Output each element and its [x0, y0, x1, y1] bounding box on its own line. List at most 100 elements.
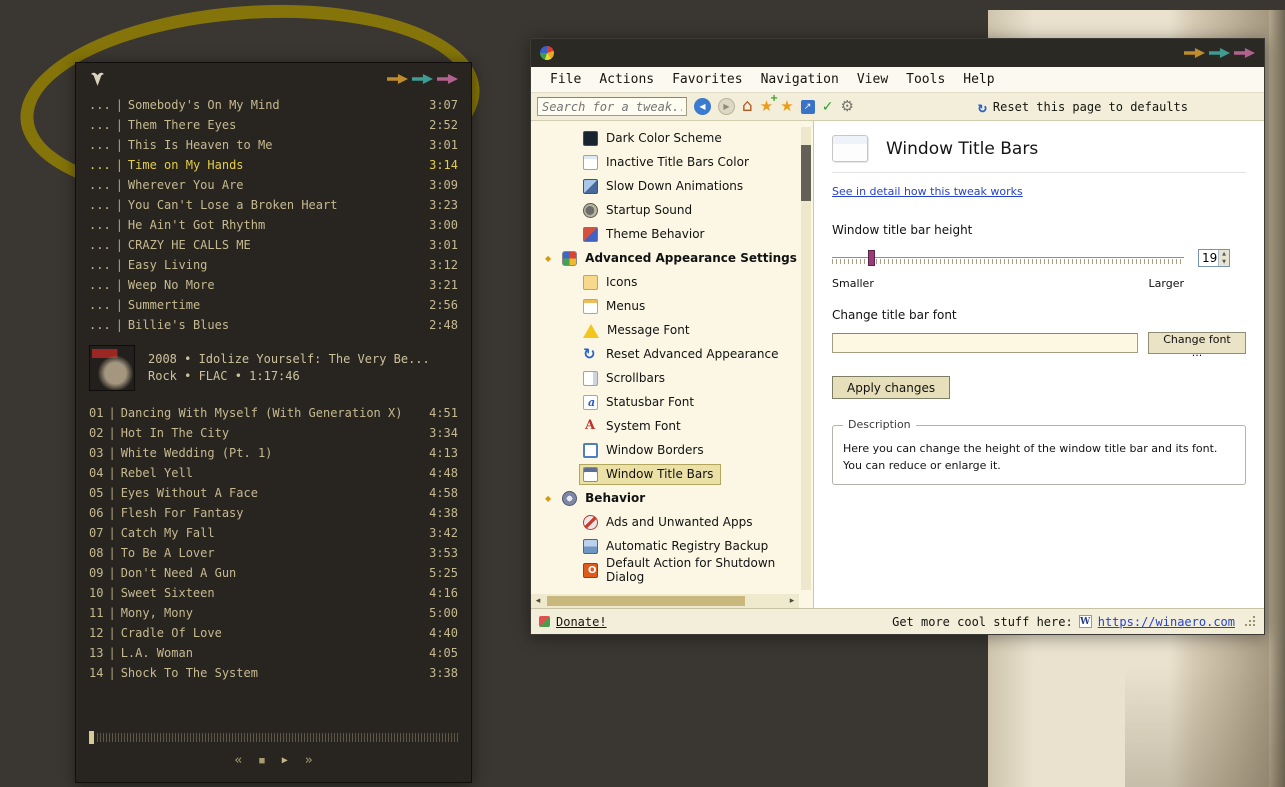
track-row[interactable]: 14|3:38Shock To The System3:38 — [76, 663, 471, 683]
track-title: Flesh For Fantasy — [121, 506, 244, 520]
track-row[interactable]: 08|To Be A Lover3:53 — [76, 543, 471, 563]
player-logo-icon[interactable] — [89, 72, 106, 87]
scrollbar-thumb[interactable] — [547, 596, 745, 606]
maximize-arrow-icon[interactable] — [412, 74, 433, 84]
track-row[interactable]: 03|White Wedding (Pt. 1)4:13 — [76, 443, 471, 463]
track-row[interactable]: ...|This Is Heaven to Me3:01 — [76, 135, 471, 155]
scroll-left-arrow-icon[interactable]: ◂ — [531, 596, 545, 606]
minimize-arrow-icon[interactable] — [1184, 48, 1205, 58]
scrollbar-thumb[interactable] — [801, 145, 811, 201]
track-row[interactable]: ...|Billie's Blues2:48 — [76, 315, 471, 335]
maximize-arrow-icon[interactable] — [1209, 48, 1230, 58]
track-row[interactable]: ...|He Ain't Got Rhythm3:00 — [76, 215, 471, 235]
winaero-link[interactable]: https://winaero.com — [1098, 615, 1235, 629]
launch-button[interactable]: ↗ — [801, 100, 815, 114]
back-button[interactable]: ◀ — [694, 98, 711, 115]
slider-thumb[interactable] — [868, 250, 875, 266]
donate-icon — [539, 616, 550, 627]
minimize-arrow-icon[interactable] — [387, 74, 408, 84]
seek-track[interactable] — [97, 733, 458, 742]
tree-item-ads-and-unwanted-apps[interactable]: Ads and Unwanted Apps — [531, 510, 813, 534]
scroll-right-arrow-icon[interactable]: ▸ — [785, 596, 799, 606]
tree-item-menus[interactable]: Menus — [531, 294, 813, 318]
tree-item-theme-behavior[interactable]: Theme Behavior — [531, 222, 813, 246]
track-row[interactable]: 04|Rebel Yell4:48 — [76, 463, 471, 483]
seekbar[interactable] — [89, 731, 458, 744]
track-row[interactable]: 10|Sweet Sixteen4:16 — [76, 583, 471, 603]
tree-item-icons[interactable]: Icons — [531, 270, 813, 294]
title-bar-height-slider[interactable] — [832, 249, 1184, 269]
close-arrow-icon[interactable] — [437, 74, 458, 84]
menu-tools[interactable]: Tools — [897, 72, 954, 87]
tree-item-default-action-for-shutdown-dialog[interactable]: Default Action for Shutdown Dialog — [531, 558, 813, 582]
track-row[interactable]: ...|Easy Living3:12 — [76, 255, 471, 275]
menu-view[interactable]: View — [848, 72, 897, 87]
track-row[interactable]: ...|CRAZY HE CALLS ME3:01 — [76, 235, 471, 255]
tree-section-behavior[interactable]: ◆Behavior — [531, 486, 813, 510]
favorites-button[interactable]: ★ — [780, 99, 793, 114]
seek-thumb[interactable] — [89, 731, 94, 744]
tree-item-system-font[interactable]: System Font — [531, 414, 813, 438]
stop-button[interactable]: ■ — [259, 756, 264, 766]
tree-item-message-font[interactable]: Message Font — [531, 318, 813, 342]
apply-check-button[interactable]: ✓ — [822, 100, 834, 114]
tree-item-dark-color-scheme[interactable]: Dark Color Scheme — [531, 126, 813, 150]
tree-item-scrollbars[interactable]: Scrollbars — [531, 366, 813, 390]
home-button[interactable]: ⌂ — [742, 98, 753, 115]
track-row-playing[interactable]: ...|Time on My Hands3:14 — [76, 155, 471, 175]
tree-item-startup-sound[interactable]: Startup Sound — [531, 198, 813, 222]
tree-item-slow-down-animations[interactable]: Slow Down Animations — [531, 174, 813, 198]
track-row[interactable]: 02|Hot In The City3:34 — [76, 423, 471, 443]
tree-item-window-title-bars[interactable]: Window Title Bars — [531, 462, 813, 486]
track-row[interactable]: ...|Summertime2:56 — [76, 295, 471, 315]
search-input[interactable] — [537, 97, 687, 116]
track-row[interactable]: ...|You Can't Lose a Broken Heart3:23 — [76, 195, 471, 215]
track-separator: | — [108, 606, 115, 620]
track-row[interactable]: 11|Mony, Mony5:00 — [76, 603, 471, 623]
settings-gear-button[interactable]: ⚙ — [840, 99, 853, 114]
change-font-button[interactable]: Change font ... — [1148, 332, 1246, 354]
track-row[interactable]: 06|Flesh For Fantasy4:38 — [76, 503, 471, 523]
next-button[interactable]: » — [305, 753, 313, 768]
tree-item-statusbar-font[interactable]: Statusbar Font — [531, 390, 813, 414]
track-row[interactable]: ...|Wherever You Are3:09 — [76, 175, 471, 195]
menu-file[interactable]: File — [541, 72, 590, 87]
album-art[interactable] — [89, 345, 135, 391]
track-row[interactable]: ...|Somebody's On My Mind3:07 — [76, 95, 471, 115]
close-arrow-icon[interactable] — [1234, 48, 1255, 58]
menu-favorites[interactable]: Favorites — [663, 72, 751, 87]
play-button[interactable]: ▶ — [282, 755, 288, 766]
track-row[interactable]: 05|Eyes Without A Face4:58 — [76, 483, 471, 503]
spinner-down-icon[interactable]: ▼ — [1219, 258, 1229, 266]
track-row[interactable]: 01|Dancing With Myself (With Generation … — [76, 403, 471, 423]
track-row[interactable]: ...|Them There Eyes2:52 — [76, 115, 471, 135]
height-value-input[interactable] — [1199, 250, 1218, 266]
tree-item-reset-advanced-appearance[interactable]: Reset Advanced Appearance — [531, 342, 813, 366]
tweaker-titlebar[interactable] — [531, 39, 1264, 67]
track-row[interactable]: 09|Don't Need A Gun5:25 — [76, 563, 471, 583]
player-titlebar[interactable] — [76, 63, 471, 95]
menu-navigation[interactable]: Navigation — [752, 72, 848, 87]
spinner-up-icon[interactable]: ▲ — [1219, 250, 1229, 258]
tweak-details-link[interactable]: See in detail how this tweak works — [832, 185, 1023, 198]
track-row[interactable]: 13|L.A. Woman4:05 — [76, 643, 471, 663]
tree-item-window-borders[interactable]: Window Borders — [531, 438, 813, 462]
donate-link[interactable]: Donate! — [556, 615, 607, 629]
tree-horizontal-scrollbar[interactable]: ◂ ▸ — [531, 594, 799, 608]
apply-changes-button[interactable]: Apply changes — [832, 376, 950, 399]
tree-item-inactive-title-bars-color[interactable]: Inactive Title Bars Color — [531, 150, 813, 174]
height-spinner[interactable]: ▲ ▼ — [1198, 249, 1230, 267]
tree-vertical-scrollbar[interactable] — [801, 127, 811, 590]
previous-button[interactable]: « — [234, 753, 242, 768]
menu-actions[interactable]: Actions — [590, 72, 663, 87]
track-row[interactable]: 12|Cradle Of Love4:40 — [76, 623, 471, 643]
forward-button[interactable]: ▶ — [718, 98, 735, 115]
track-row[interactable]: ...|Weep No More3:21 — [76, 275, 471, 295]
tree-section-advanced-appearance-settings[interactable]: ◆Advanced Appearance Settings — [531, 246, 813, 270]
track-row[interactable]: 07|Catch My Fall3:42 — [76, 523, 471, 543]
title-font-input[interactable] — [832, 333, 1138, 353]
add-favorite-button[interactable]: ★ — [760, 99, 773, 114]
resize-grip[interactable] — [1245, 616, 1256, 627]
reset-page-button[interactable]: ↻ Reset this page to defaults — [978, 98, 1188, 116]
menu-help[interactable]: Help — [954, 72, 1003, 87]
